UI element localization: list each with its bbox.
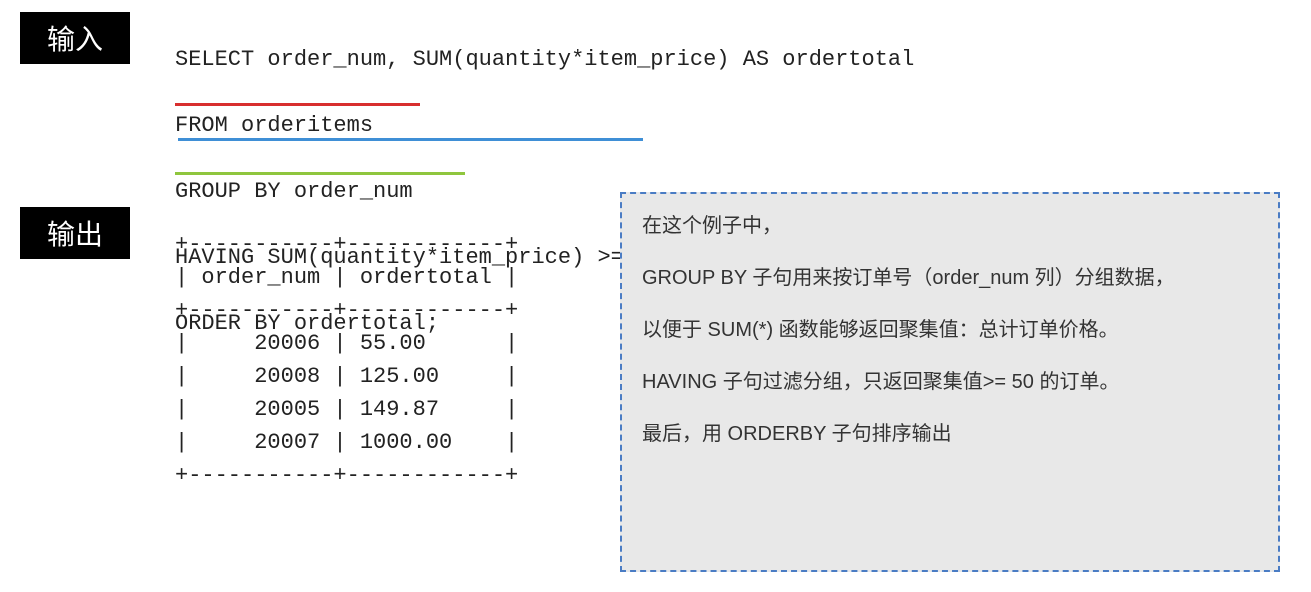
explanation-line: 以便于 SUM(*) 函数能够返回聚集值：总计订单价格。: [642, 316, 1258, 344]
output-table-block: +-----------+------------+ | order_num |…: [175, 195, 518, 492]
sql-line-select: SELECT order_num, SUM(quantity*item_pric…: [175, 43, 914, 76]
underline-green-icon: [175, 172, 465, 175]
explanation-line: 最后，用 ORDERBY 子句排序输出: [642, 420, 1258, 448]
input-label: 输入: [20, 12, 130, 64]
table-header: | order_num | ordertotal |: [175, 265, 518, 290]
table-row: | 20007 | 1000.00 |: [175, 430, 518, 455]
table-row: | 20006 | 55.00 |: [175, 331, 518, 356]
underline-blue-icon: [178, 138, 643, 141]
output-label: 输出: [20, 207, 130, 259]
table-border: +-----------+------------+: [175, 232, 518, 257]
explanation-line: GROUP BY 子句用来按订单号（order_num 列）分组数据，: [642, 264, 1258, 292]
explanation-line: 在这个例子中，: [642, 212, 1258, 240]
table-row: | 20005 | 149.87 |: [175, 397, 518, 422]
underline-red-icon: [175, 103, 420, 106]
table-border: +-----------+------------+: [175, 463, 518, 488]
table-border: +-----------+------------+: [175, 298, 518, 323]
explanation-line: HAVING 子句过滤分组，只返回聚集值>= 50 的订单。: [642, 368, 1258, 396]
table-row: | 20008 | 125.00 |: [175, 364, 518, 389]
explanation-box: 在这个例子中， GROUP BY 子句用来按订单号（order_num 列）分组…: [620, 192, 1280, 572]
